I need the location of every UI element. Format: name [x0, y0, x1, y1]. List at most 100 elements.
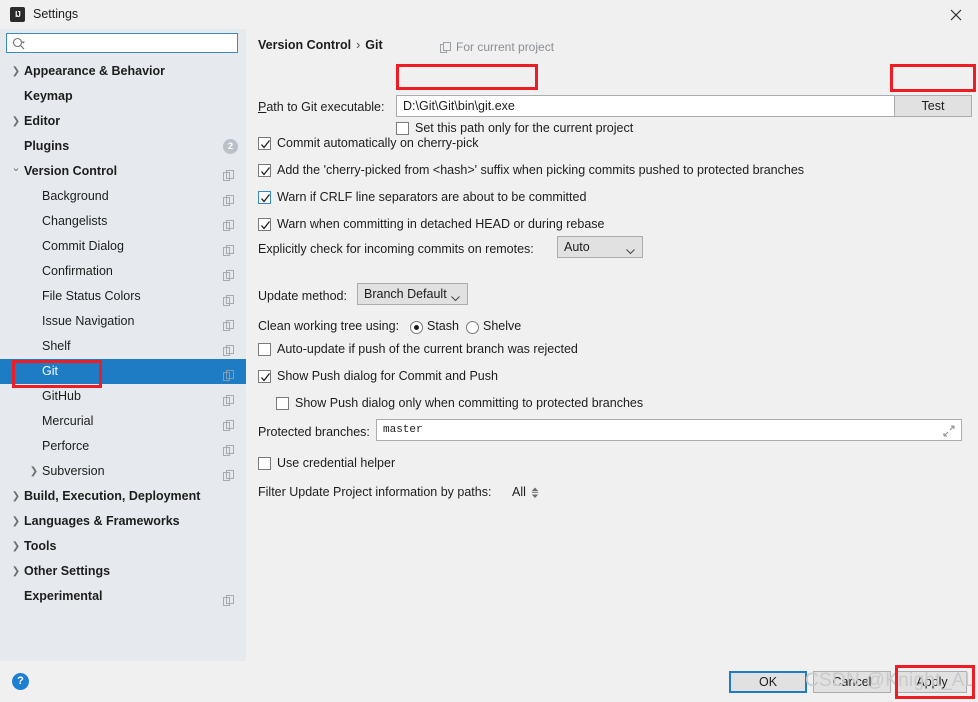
copy-settings-icon[interactable] [223, 265, 234, 281]
sidebar-item-issue-navigation[interactable]: Issue Navigation [0, 309, 246, 334]
copy-settings-icon[interactable] [223, 365, 234, 381]
chevron-right-icon[interactable]: ❯ [10, 509, 22, 534]
copy-settings-icon[interactable] [223, 190, 234, 206]
sidebar-item-label: Tools [24, 539, 57, 553]
help-button[interactable]: ? [12, 673, 29, 690]
sidebar-item-label: Plugins [24, 139, 70, 153]
auto-update-checkbox[interactable] [258, 343, 271, 356]
sidebar-item-version-control[interactable]: ⌄ Version Control [0, 159, 246, 184]
search-icon [12, 37, 25, 50]
copy-settings-icon[interactable] [223, 165, 234, 181]
chevron-right-icon[interactable]: ❯ [10, 109, 22, 134]
expand-icon[interactable] [943, 425, 955, 440]
show-push-protected-label: Show Push dialog only when committing to… [295, 396, 644, 410]
sidebar-item-label: Experimental [24, 589, 103, 603]
sidebar-item-languages-frameworks[interactable]: ❯ Languages & Frameworks [0, 509, 246, 534]
sidebar-item-label: Changelists [42, 214, 108, 228]
copy-settings-icon[interactable] [223, 215, 234, 231]
stepper-icon[interactable] [531, 487, 539, 502]
sidebar-item-label: Appearance & Behavior [24, 64, 166, 78]
sidebar-item-label: Confirmation [42, 264, 113, 278]
sidebar-item-git[interactable]: Git [0, 359, 246, 384]
sidebar-item-keymap[interactable]: Keymap [0, 84, 246, 109]
sidebar-item-other-settings[interactable]: ❯ Other Settings [0, 559, 246, 584]
chevron-right-icon[interactable]: ❯ [10, 559, 22, 584]
incoming-dropdown[interactable]: Auto [557, 236, 643, 258]
show-push-checkbox[interactable] [258, 370, 271, 383]
copy-settings-icon[interactable] [223, 440, 234, 456]
sidebar-item-shelf[interactable]: Shelf [0, 334, 246, 359]
update-method-label: Update method: [258, 289, 347, 303]
git-settings-panel: Version Control › Git For current project … [246, 29, 978, 661]
git-option-checkbox-2[interactable] [258, 191, 271, 204]
chevron-down-icon [626, 244, 635, 258]
ok-button[interactable]: OK [729, 671, 807, 693]
radio-shelve[interactable] [466, 321, 479, 334]
sidebar-item-github[interactable]: GitHub [0, 384, 246, 409]
credential-helper-checkbox[interactable] [258, 457, 271, 470]
sidebar-item-changelists[interactable]: Changelists [0, 209, 246, 234]
sidebar-item-editor[interactable]: ❯ Editor [0, 109, 246, 134]
sidebar-item-build-execution-deployment[interactable]: ❯ Build, Execution, Deployment [0, 484, 246, 509]
copy-settings-icon[interactable] [223, 390, 234, 406]
checkmark-icon [261, 140, 271, 149]
sidebar-item-plugins[interactable]: Plugins 2 [0, 134, 246, 159]
breadcrumb: Version Control › Git [258, 38, 383, 52]
chevron-down-icon[interactable]: ⌄ [10, 159, 22, 184]
set-path-only-checkbox[interactable] [396, 122, 409, 135]
git-option-checkbox-3[interactable] [258, 218, 271, 231]
close-button[interactable] [934, 0, 978, 29]
copy-settings-icon[interactable] [223, 290, 234, 306]
sidebar-item-file-status-colors[interactable]: File Status Colors [0, 284, 246, 309]
breadcrumb-root[interactable]: Version Control [258, 38, 351, 52]
copy-settings-icon[interactable] [223, 415, 234, 431]
git-option-checkbox-0[interactable] [258, 137, 271, 150]
sidebar-item-label: GitHub [42, 389, 81, 403]
for-current-project-label: For current project [456, 40, 555, 54]
sidebar-item-label: Perforce [42, 439, 90, 453]
sidebar-item-label: Version Control [24, 164, 118, 178]
chevron-right-icon[interactable]: ❯ [10, 59, 22, 84]
sidebar-item-label: Shelf [42, 339, 71, 353]
path-input[interactable]: D:\Git\Git\bin\git.exe [396, 95, 928, 117]
copy-settings-icon[interactable] [223, 315, 234, 331]
sidebar-item-appearance-behavior[interactable]: ❯ Appearance & Behavior [0, 59, 246, 84]
filter-value[interactable]: All [512, 485, 526, 499]
test-button[interactable]: Test [894, 95, 972, 117]
sidebar-item-mercurial[interactable]: Mercurial [0, 409, 246, 434]
sidebar-item-background[interactable]: Background [0, 184, 246, 209]
chevron-right-icon[interactable]: ❯ [28, 459, 40, 484]
copy-settings-icon[interactable] [223, 590, 234, 606]
sidebar-item-confirmation[interactable]: Confirmation [0, 259, 246, 284]
settings-tree: ❯ Appearance & Behavior Keymap ❯ Editor Plugi… [0, 59, 246, 609]
search-box[interactable] [6, 33, 238, 53]
clean-tree-label: Clean working tree using: [258, 319, 400, 333]
sidebar-item-label: Build, Execution, Deployment [24, 489, 201, 503]
update-method-dropdown[interactable]: Branch Default [357, 283, 468, 305]
copy-settings-icon[interactable] [223, 240, 234, 256]
sidebar-item-subversion[interactable]: ❯ Subversion [0, 459, 246, 484]
sidebar-item-label: Mercurial [42, 414, 94, 428]
protected-branches-input[interactable]: master [376, 419, 962, 441]
sidebar-item-tools[interactable]: ❯ Tools [0, 534, 246, 559]
plugins-update-badge: 2 [223, 139, 238, 154]
breadcrumb-leaf: Git [365, 38, 383, 52]
update-method-value: Branch Default [364, 287, 447, 301]
search-input[interactable] [31, 36, 235, 53]
incoming-value: Auto [564, 240, 590, 254]
copy-settings-icon[interactable] [223, 340, 234, 356]
chevron-right-icon[interactable]: ❯ [10, 484, 22, 509]
show-push-protected-checkbox[interactable] [276, 397, 289, 410]
sidebar-item-perforce[interactable]: Perforce [0, 434, 246, 459]
radio-shelve-label[interactable]: Shelve [483, 319, 521, 333]
radio-stash[interactable] [410, 321, 423, 334]
radio-stash-label[interactable]: Stash [427, 319, 459, 333]
set-path-only-label: Set this path only for the current proje… [415, 121, 634, 135]
close-icon [950, 9, 962, 21]
chevron-right-icon[interactable]: ❯ [10, 534, 22, 559]
copy-settings-icon[interactable] [223, 465, 234, 481]
sidebar-item-commit-dialog[interactable]: Commit Dialog [0, 234, 246, 259]
credential-helper-label: Use credential helper [277, 456, 396, 470]
sidebar-item-experimental[interactable]: Experimental [0, 584, 246, 609]
git-option-checkbox-1[interactable] [258, 164, 271, 177]
